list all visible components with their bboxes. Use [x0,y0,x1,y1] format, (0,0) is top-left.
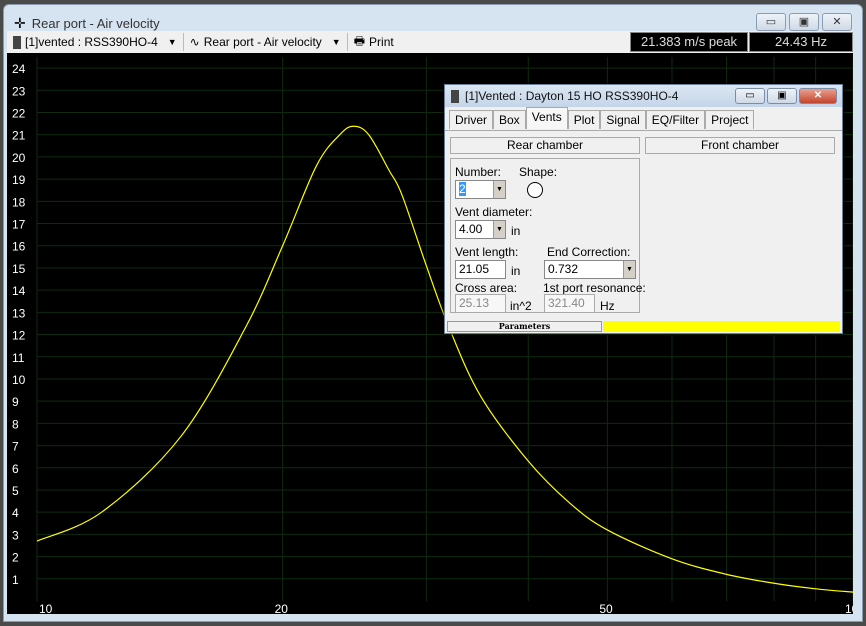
project-dropdown[interactable]: [1]vented : RSS390HO-4 ▼ [7,33,184,51]
number-select[interactable]: 2 ▼ [455,180,506,199]
x-tick-label: 10 [39,602,53,614]
tab-box[interactable]: Box [493,110,526,129]
y-tick-label: 4 [12,506,19,520]
print-button[interactable]: 🖶 Print [348,33,400,51]
cross-area-field: 25.13 [455,294,506,313]
y-tick-label: 21 [12,129,26,143]
crosshair-icon: ✛ [14,15,26,31]
diameter-unit: in [511,224,521,238]
close-button[interactable]: ✕ [822,13,852,31]
tab-project[interactable]: Project [705,110,755,129]
y-tick-label: 7 [12,440,19,454]
window-title: ✛ Rear port - Air velocity [14,15,160,31]
port-resonance-label: 1st port resonance: [543,281,646,295]
y-tick-label: 1 [12,573,19,587]
wave-icon: ∿ [189,35,200,49]
tab-driver[interactable]: Driver [449,110,493,129]
y-tick-label: 24 [12,62,26,76]
tab-vents[interactable]: Vents [525,107,568,129]
y-tick-label: 14 [12,284,26,298]
speaker-icon [13,35,21,49]
tab-signal[interactable]: Signal [600,110,646,129]
chevron-down-icon[interactable]: ▼ [493,221,505,238]
y-tick-label: 15 [12,262,26,276]
x-tick-label: 100 [845,602,853,614]
length-label: Vent length: [455,245,519,259]
dialog-maximize-button[interactable]: ▣ [767,88,797,104]
chevron-down-icon[interactable]: ▼ [493,181,505,198]
vent-length-input[interactable]: 21.05 [455,260,506,279]
printer-icon: 🖶 [353,33,366,48]
y-tick-label: 9 [12,395,19,409]
cross-area-unit: in^2 [510,299,532,313]
frequency-readout: 24.43 Hz [749,32,853,52]
y-tick-label: 17 [12,218,26,232]
y-tick-label: 8 [12,417,19,431]
vents-dialog: [1]Vented : Dayton 15 HO RSS390HO-4 ▭ ▣ … [444,84,843,334]
shape-label: Shape: [519,165,558,179]
y-tick-label: 19 [12,173,26,187]
end-correction-label: End Correction: [547,245,631,259]
y-tick-label: 12 [12,329,26,343]
x-tick-label: 20 [275,602,289,614]
diameter-label: Vent diameter: [455,205,533,219]
y-tick-label: 16 [12,240,26,254]
port-resonance-unit: Hz [600,299,615,313]
dialog-tabs: Driver Box Vents Plot Signal EQ/Filter Project [449,107,842,129]
maximize-button[interactable]: ▣ [789,13,819,31]
x-tick-label: 50 [599,602,613,614]
status-progress-bar [603,321,840,332]
y-tick-label: 18 [12,195,26,209]
cross-area-label: Cross area: [455,281,518,295]
peak-readout: 21.383 m/s peak [630,32,748,52]
y-tick-label: 3 [12,528,19,542]
graph-dropdown[interactable]: ∿ Rear port - Air velocity ▼ [184,33,348,51]
y-tick-label: 6 [12,462,19,476]
port-resonance-field: 321.40 [544,294,595,313]
chevron-down-icon: ▼ [331,37,341,47]
y-tick-label: 5 [12,484,19,498]
chevron-down-icon: ▼ [167,37,177,47]
rear-chamber-button[interactable]: Rear chamber [450,137,640,154]
y-tick-label: 2 [12,551,19,565]
tab-plot[interactable]: Plot [567,110,601,129]
end-correction-select[interactable]: 0.732 ▼ [544,260,636,279]
y-tick-label: 22 [12,107,26,121]
minimize-button[interactable]: ▭ [756,13,786,31]
speaker-icon [451,89,459,103]
circle-shape-icon[interactable] [527,182,543,198]
dialog-minimize-button[interactable]: ▭ [735,88,765,104]
y-tick-label: 10 [12,373,26,387]
number-label: Number: [455,165,502,179]
length-unit: in [511,264,521,278]
chevron-down-icon[interactable]: ▼ [623,261,635,278]
tab-eqfilter[interactable]: EQ/Filter [645,110,706,129]
diameter-select[interactable]: 4.00 ▼ [455,220,506,239]
status-label: Parameters [447,321,602,332]
y-tick-label: 23 [12,84,26,98]
y-tick-label: 13 [12,306,26,320]
front-chamber-button[interactable]: Front chamber [645,137,835,154]
dialog-close-button[interactable]: ✕ [799,88,837,104]
y-tick-label: 20 [12,151,26,165]
y-tick-label: 11 [12,351,25,365]
